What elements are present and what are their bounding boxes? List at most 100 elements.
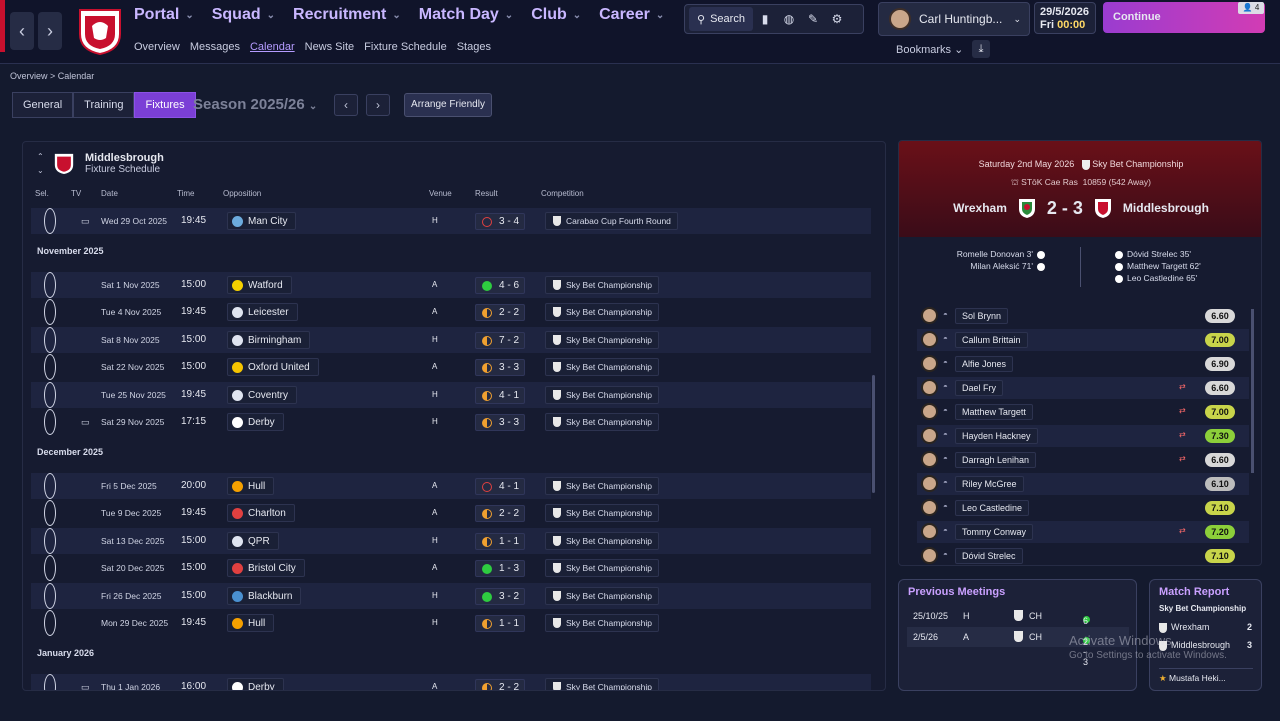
next-season-button[interactable]: › bbox=[366, 94, 390, 116]
subnav-overview[interactable]: Overview bbox=[134, 41, 180, 53]
player-name[interactable]: Dóvid Strelec bbox=[955, 548, 1023, 564]
table-row[interactable]: Mon 29 Dec 2025 19:45 Hull H 1 - 1 Sky Bet Ch… bbox=[31, 610, 871, 636]
player-row[interactable]: ◓ Hayden Hackney ⇄ 7.30 bbox=[917, 425, 1249, 447]
collapse-icon[interactable]: ⌃ bbox=[37, 152, 44, 161]
select-radio[interactable] bbox=[44, 299, 56, 325]
competition-chip[interactable]: Sky Bet Championship bbox=[545, 559, 659, 577]
opponent-chip[interactable]: Oxford United bbox=[227, 358, 319, 376]
select-radio[interactable] bbox=[44, 472, 56, 499]
subnav-calendar[interactable]: Calendar bbox=[250, 41, 295, 53]
player-name[interactable]: Sol Brynn bbox=[955, 308, 1009, 324]
opponent-chip[interactable]: Hull bbox=[227, 476, 275, 495]
select-radio[interactable] bbox=[44, 500, 56, 526]
opponent-chip[interactable]: Coventry bbox=[227, 385, 298, 404]
meeting-row[interactable]: 25/10/25HCH6 - 0 bbox=[907, 606, 1129, 646]
player-name[interactable]: Alfie Jones bbox=[955, 356, 1014, 372]
nav-club[interactable]: Club ⌄ bbox=[531, 6, 581, 24]
nav-recruitment[interactable]: Recruitment ⌄ bbox=[293, 6, 401, 24]
result-chip[interactable]: 2 - 2 bbox=[475, 304, 525, 321]
nav-match-day[interactable]: Match Day ⌄ bbox=[419, 6, 513, 24]
player-name[interactable]: Tommy Conway bbox=[955, 524, 1034, 540]
opponent-chip[interactable]: Bristol City bbox=[227, 559, 305, 577]
opponent-chip[interactable]: Birmingham bbox=[227, 330, 311, 349]
table-row[interactable]: Fri 26 Dec 2025 15:00 Blackburn H 3 - 2 Sky B… bbox=[31, 582, 871, 609]
select-radio[interactable] bbox=[44, 409, 56, 435]
select-radio[interactable] bbox=[44, 582, 56, 609]
player-row[interactable]: ◓ Darragh Lenihan ⇄ 6.60 bbox=[917, 449, 1249, 471]
player-name[interactable]: Hayden Hackney bbox=[955, 428, 1038, 444]
player-name[interactable]: Matthew Targett bbox=[955, 404, 1033, 420]
arrange-friendly-button[interactable]: Arrange Friendly bbox=[404, 93, 492, 117]
player-name[interactable]: Callum Brittain bbox=[955, 332, 1028, 348]
player-row[interactable]: ◓ Tommy Conway ⇄ 7.20 bbox=[917, 521, 1249, 543]
opponent-chip[interactable]: QPR bbox=[227, 531, 279, 550]
opponent-chip[interactable]: Charlton bbox=[227, 504, 295, 522]
result-chip[interactable]: 3 - 3 bbox=[475, 359, 525, 376]
search-button[interactable]: ⚲ Search bbox=[689, 7, 753, 31]
result-chip[interactable]: 3 - 3 bbox=[475, 414, 525, 431]
table-row[interactable]: Sat 8 Nov 2025 15:00 Birmingham H 7 - 2 Sky B… bbox=[31, 326, 871, 353]
result-chip[interactable]: 3 - 4 bbox=[475, 213, 525, 230]
result-chip[interactable]: 1 - 1 bbox=[475, 532, 525, 550]
result-chip[interactable]: 4 - 1 bbox=[475, 477, 525, 495]
manager-profile[interactable]: Carl Huntingb... ⌄ bbox=[878, 2, 1030, 36]
player-row[interactable]: ◓ Callum Brittain 7.00 bbox=[917, 329, 1249, 351]
result-chip[interactable]: 2 - 2 bbox=[475, 678, 525, 690]
competition-chip[interactable]: Sky Bet Championship bbox=[545, 303, 659, 321]
home-team[interactable]: Wrexham bbox=[953, 201, 1007, 215]
competition-chip[interactable]: Sky Bet Championship bbox=[545, 531, 659, 550]
player-row[interactable]: ◓ Dóvid Strelec 7.10 bbox=[917, 545, 1249, 565]
player-list-scrollbar[interactable] bbox=[1251, 309, 1254, 473]
opponent-chip[interactable]: Man City bbox=[227, 212, 297, 230]
competition-chip[interactable]: Sky Bet Championship bbox=[545, 586, 659, 605]
globe-icon[interactable]: ◍ bbox=[777, 12, 801, 26]
opponent-chip[interactable]: Hull bbox=[227, 614, 275, 632]
competition-chip[interactable]: Sky Bet Championship bbox=[545, 677, 659, 690]
result-chip[interactable]: 1 - 3 bbox=[475, 560, 525, 577]
pen-icon[interactable]: ✎ bbox=[801, 12, 825, 26]
download-button[interactable]: ⤓ bbox=[972, 40, 990, 58]
gear-icon[interactable]: ⚙ bbox=[825, 12, 849, 26]
player-row[interactable]: ◓ Alfie Jones 6.90 bbox=[917, 353, 1249, 375]
player-name[interactable]: Leo Castledine bbox=[955, 500, 1030, 516]
expand-icon[interactable]: ⌄ bbox=[37, 166, 44, 175]
nav-career[interactable]: Career ⌄ bbox=[599, 6, 664, 24]
opponent-chip[interactable]: Derby bbox=[227, 413, 284, 431]
opponent-chip[interactable]: Derby bbox=[227, 677, 284, 690]
competition-chip[interactable]: Sky Bet Championship bbox=[545, 330, 659, 349]
competition-chip[interactable]: Sky Bet Championship bbox=[545, 504, 659, 522]
club-crest-logo[interactable] bbox=[76, 4, 124, 56]
competition-chip[interactable]: Sky Bet Championship bbox=[545, 413, 659, 431]
player-name[interactable]: Dael Fry bbox=[955, 380, 1004, 396]
table-row[interactable]: ▭ Sat 29 Nov 2025 17:15 Derby H 3 - 3 Sky Bet … bbox=[31, 409, 871, 435]
result-chip[interactable]: 3 - 2 bbox=[475, 587, 525, 605]
table-row[interactable]: Tue 9 Dec 2025 19:45 Charlton A 2 - 2 Sky Bet… bbox=[31, 500, 871, 526]
select-radio[interactable] bbox=[44, 527, 56, 554]
select-radio[interactable] bbox=[44, 326, 56, 353]
competition-chip[interactable]: Sky Bet Championship bbox=[545, 614, 659, 632]
tab-training[interactable]: Training bbox=[73, 92, 135, 118]
nav-portal[interactable]: Portal ⌄ bbox=[134, 6, 194, 24]
player-row[interactable]: ◓ Dael Fry ⇄ 6.60 bbox=[917, 377, 1249, 399]
table-row[interactable]: Tue 4 Nov 2025 19:45 Leicester A 2 - 2 Sky Be… bbox=[31, 299, 871, 325]
player-name[interactable]: Darragh Lenihan bbox=[955, 452, 1037, 468]
player-row[interactable]: ◓ Sol Brynn 6.60 bbox=[917, 305, 1249, 327]
table-row[interactable]: Sat 22 Nov 2025 15:00 Oxford United A 3 - 3 S… bbox=[31, 354, 871, 380]
breadcrumb[interactable]: Overview > Calendar bbox=[10, 71, 94, 81]
player-row[interactable]: ◓ Riley McGree 6.10 bbox=[917, 473, 1249, 495]
competition-chip[interactable]: Sky Bet Championship bbox=[545, 358, 659, 376]
table-row[interactable]: Sat 1 Nov 2025 15:00 Watford A 4 - 6 Sky Bet … bbox=[31, 271, 871, 298]
result-chip[interactable]: 4 - 6 bbox=[475, 276, 525, 294]
table-row[interactable]: Sat 20 Dec 2025 15:00 Bristol City A 1 - 3 Sk… bbox=[31, 555, 871, 581]
table-row[interactable]: ▭ Thu 1 Jan 2026 16:00 Derby A 2 - 2 Sky Bet C… bbox=[31, 673, 871, 690]
player-name[interactable]: Riley McGree bbox=[955, 476, 1024, 492]
competition-chip[interactable]: Sky Bet Championship bbox=[545, 275, 659, 294]
result-chip[interactable]: 2 - 2 bbox=[475, 505, 525, 522]
competition-chip[interactable]: Sky Bet Championship bbox=[545, 476, 659, 495]
opponent-chip[interactable]: Watford bbox=[227, 275, 292, 294]
select-radio[interactable] bbox=[44, 354, 56, 380]
result-chip[interactable]: 4 - 1 bbox=[475, 386, 525, 404]
opponent-chip[interactable]: Blackburn bbox=[227, 586, 302, 605]
bookmarks-dropdown[interactable]: Bookmarks ⌄ bbox=[896, 43, 963, 56]
select-radio[interactable] bbox=[44, 610, 56, 636]
